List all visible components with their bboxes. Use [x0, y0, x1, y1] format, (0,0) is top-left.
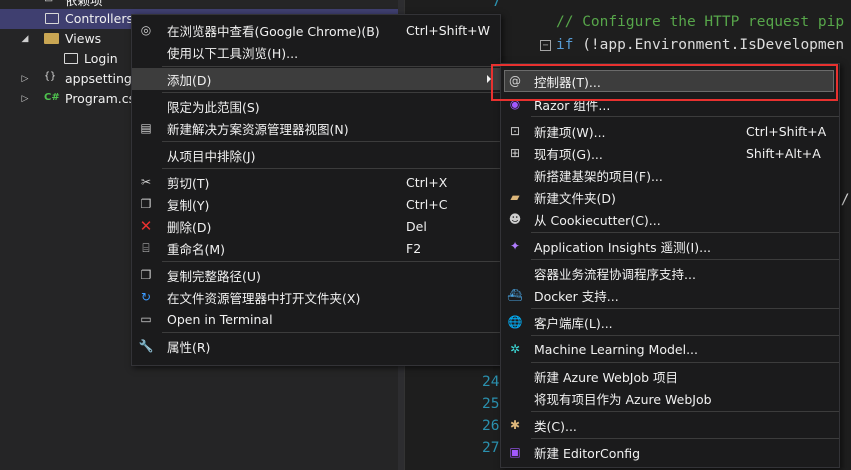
docker-icon: ⛴	[507, 288, 523, 302]
submenu-item-existing-item[interactable]: ⊞ 现有项(G)... Shift+Alt+A	[501, 142, 839, 164]
separator	[531, 362, 839, 363]
editorconfig-icon: ▣	[509, 445, 521, 459]
submenu-item-scaffolded[interactable]: 新搭建基架的项目(F)...	[501, 164, 839, 186]
tree-label: Program.cs	[65, 91, 136, 106]
new-view-icon: ▤	[140, 121, 152, 135]
line-number: 27	[482, 440, 500, 456]
submenu-item-new-folder[interactable]: ▰ 新建文件夹(D)	[501, 186, 839, 208]
delete-icon: ✕	[139, 217, 153, 235]
tree-row-dependencies[interactable]: ⊞ 依赖项	[0, 0, 398, 8]
scissors-icon: ✂	[140, 175, 152, 189]
folder-icon	[64, 53, 78, 64]
menu-item-exclude-from-project[interactable]: 从项目中排除(J)	[132, 144, 500, 166]
tree-label: Login	[84, 51, 118, 66]
menu-item-open-in-terminal[interactable]: ▭ Open in Terminal	[132, 308, 500, 330]
line-number: 24	[482, 374, 500, 390]
line-number: 7	[492, 0, 501, 10]
new-folder-icon: ▰	[510, 190, 520, 204]
collapse-toggle-icon[interactable]: −	[540, 40, 551, 51]
submenu-item-existing-webjob[interactable]: 将现有项目作为 Azure WebJob	[501, 387, 839, 409]
collapsed-chevron-icon[interactable]: ▷	[20, 74, 30, 84]
browser-icon: ◎	[140, 23, 152, 37]
rename-icon: ⌸	[142, 241, 150, 255]
separator	[531, 308, 839, 309]
menu-item-copy-full-path[interactable]: ❐ 复制完整路径(U)	[132, 264, 500, 286]
new-item-icon: ⊡	[509, 124, 521, 138]
separator	[531, 116, 839, 117]
submenu-item-editorconfig[interactable]: ▣ 新建 EditorConfig	[501, 441, 839, 463]
submenu-item-new-webjob[interactable]: 新建 Azure WebJob 项目	[501, 365, 839, 387]
code-comment: // Configure the HTTP request pip	[556, 14, 845, 30]
separator	[531, 232, 839, 233]
context-menu: ◎ 在浏览器中查看(Google Chrome)(B) Ctrl+Shift+W…	[131, 14, 501, 366]
json-file-icon: {}	[44, 71, 57, 82]
line-number: 25	[482, 396, 500, 412]
menu-item-rename[interactable]: ⌸ 重命名(M) F2	[132, 237, 500, 259]
separator	[162, 168, 500, 169]
annotation-highlight-box	[491, 64, 838, 101]
submenu-item-new-item[interactable]: ⊡ 新建项(W)... Ctrl+Shift+A	[501, 120, 839, 142]
submenu-item-orchestrator[interactable]: 容器业务流程协调程序支持...	[501, 262, 839, 284]
separator	[162, 332, 500, 333]
csharp-file-icon: C#	[44, 92, 60, 103]
separator	[162, 261, 500, 262]
dependencies-icon: ⊞	[44, 0, 60, 5]
app-insights-icon: ✦	[509, 239, 521, 253]
globe-icon: 🌐	[507, 315, 523, 329]
existing-item-icon: ⊞	[509, 146, 521, 160]
wrench-icon: 🔧	[138, 339, 154, 353]
class-icon: ✱	[509, 418, 521, 432]
copy-icon: ❐	[140, 197, 152, 211]
separator	[162, 92, 500, 93]
add-submenu: @ 控制器(T)... ◉ Razor 组件... ⊡ 新建项(W)... Ct…	[500, 63, 840, 468]
menu-item-open-in-explorer[interactable]: ↻ 在文件资源管理器中打开文件夹(X)	[132, 286, 500, 308]
open-folder-icon	[44, 33, 59, 44]
code-if-line: if (!app.Environment.IsDevelopmen	[556, 37, 845, 53]
collapsed-chevron-icon[interactable]: ▷	[20, 94, 30, 104]
separator	[531, 438, 839, 439]
tree-label: Controllers	[65, 11, 133, 26]
submenu-item-docker[interactable]: ⛴ Docker 支持...	[501, 284, 839, 306]
menu-item-delete[interactable]: ✕ 删除(D) Del	[132, 215, 500, 237]
submenu-item-ml-model[interactable]: ✲ Machine Learning Model...	[501, 338, 839, 360]
line-number: 26	[482, 418, 500, 434]
ml-model-icon: ✲	[509, 342, 521, 356]
terminal-icon: ▭	[140, 312, 152, 326]
menu-item-scope-to-this[interactable]: 限定为此范围(S)	[132, 95, 500, 117]
folder-icon	[45, 13, 59, 24]
expanded-chevron-icon[interactable]: ◢	[20, 34, 30, 44]
separator	[531, 259, 839, 260]
separator	[162, 141, 500, 142]
submenu-item-class[interactable]: ✱ 类(C)...	[501, 414, 839, 436]
tree-label: 依赖项	[65, 0, 103, 8]
menu-item-cut[interactable]: ✂ 剪切(T) Ctrl+X	[132, 171, 500, 193]
cookiecutter-icon: ☻	[508, 212, 522, 226]
submenu-item-app-insights[interactable]: ✦ Application Insights 遥测(I)...	[501, 235, 839, 257]
separator	[531, 411, 839, 412]
menu-item-add[interactable]: 添加(D)	[132, 68, 500, 90]
separator	[162, 66, 500, 67]
menu-item-view-in-browser[interactable]: ◎ 在浏览器中查看(Google Chrome)(B) Ctrl+Shift+W	[132, 19, 500, 41]
tree-label: Views	[65, 31, 102, 46]
menu-item-copy[interactable]: ❐ 复制(Y) Ctrl+C	[132, 193, 500, 215]
menu-item-browse-with[interactable]: 使用以下工具浏览(H)...	[132, 41, 500, 63]
submenu-item-client-library[interactable]: 🌐 客户端库(L)...	[501, 311, 839, 333]
menu-item-properties[interactable]: 🔧 属性(R)	[132, 335, 500, 357]
menu-item-new-explorer-view[interactable]: ▤ 新建解决方案资源管理器视图(N)	[132, 117, 500, 139]
separator	[531, 335, 839, 336]
submenu-item-cookiecutter[interactable]: ☻ 从 Cookiecutter(C)...	[501, 208, 839, 230]
open-folder-icon: ↻	[140, 290, 152, 304]
copy-path-icon: ❐	[140, 268, 152, 282]
